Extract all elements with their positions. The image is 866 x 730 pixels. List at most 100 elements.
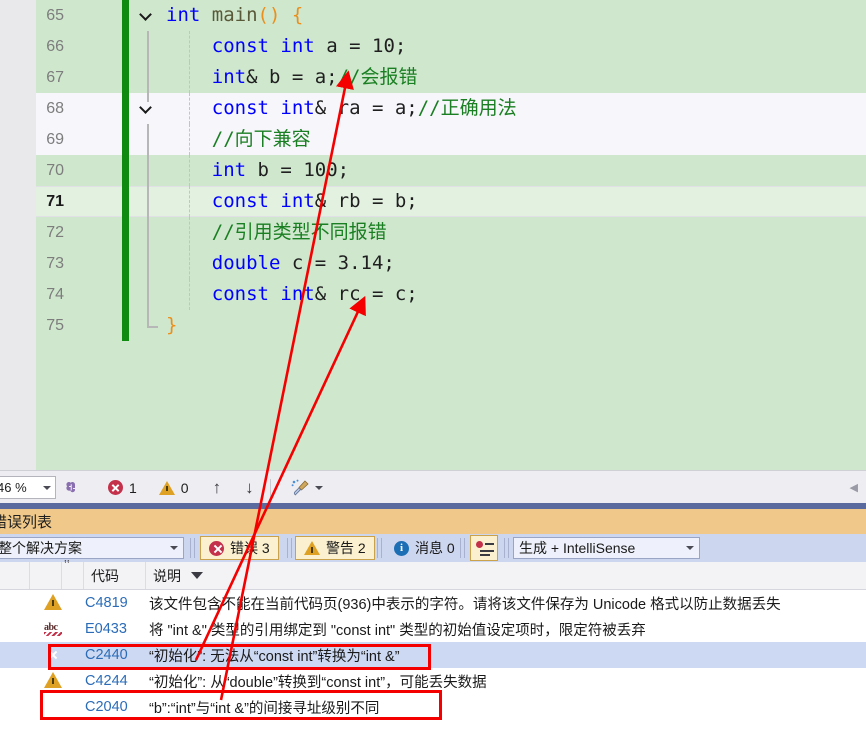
- code-line-75[interactable]: 75}: [36, 310, 866, 341]
- scope-combobox[interactable]: 整个解决方案: [0, 537, 184, 559]
- code-line-text: //向下兼容: [211, 128, 311, 150]
- fold-column[interactable]: [137, 248, 159, 279]
- zoom-level-combobox[interactable]: 46 %: [0, 476, 56, 499]
- intellisense-icon[interactable]: [60, 476, 86, 500]
- col-header-blank-1[interactable]: [0, 562, 30, 589]
- filter-messages-button[interactable]: i 消息 0: [386, 536, 463, 560]
- error-list-row[interactable]: C2040 “b”:“int”与“int &”的间接寻址级别不同: [0, 694, 866, 720]
- error-list-title-bar: 错误列表: [0, 509, 866, 534]
- zoom-level-value: 46 %: [0, 480, 27, 495]
- horizontal-scroll-left-icon[interactable]: ◀: [850, 481, 858, 494]
- editor-status-bar[interactable]: 46 % 1 0 ↑ ↓ ◀: [0, 470, 866, 504]
- toolbar-divider: [194, 538, 195, 558]
- squiggle-icon: [44, 632, 62, 636]
- filter-messages-label: 消息 0: [415, 540, 455, 556]
- fold-column[interactable]: [137, 155, 159, 186]
- chevron-down-icon[interactable]: [140, 102, 154, 114]
- code-line-text: const int& ra = a;//正确用法: [211, 97, 517, 119]
- code-line-73[interactable]: 73 double c = 3.14;: [36, 248, 866, 279]
- code-line-67[interactable]: 67 int& b = a;//会报错: [36, 62, 866, 93]
- change-indicator-bar: [122, 93, 129, 124]
- code-lines[interactable]: 65 int main() { 66 const int a = 10; 67 int…: [36, 0, 866, 341]
- fold-column[interactable]: [137, 31, 159, 62]
- fold-column[interactable]: [137, 310, 159, 341]
- code-line-text: const int& rb = b;: [211, 190, 418, 212]
- detail-line-icon: [485, 543, 494, 545]
- code-line-text: int main() {: [166, 4, 304, 26]
- vs-editor-window: 65 int main() { 66 const int a = 10; 67 int…: [0, 0, 866, 727]
- fold-column[interactable]: [137, 217, 159, 248]
- fold-column[interactable]: [137, 93, 159, 124]
- code-line-74[interactable]: 74 const int& rc = c;: [36, 279, 866, 310]
- change-indicator-bar: [122, 124, 129, 155]
- chevron-down-icon[interactable]: [170, 546, 178, 550]
- code-line-text: int b = 100;: [211, 159, 350, 181]
- fold-column[interactable]: [137, 124, 159, 155]
- fold-line: [147, 186, 149, 217]
- error-list-header-row[interactable]: ‛‛ 代码 说明: [0, 557, 866, 590]
- sort-descending-icon[interactable]: [191, 572, 203, 579]
- error-list-row[interactable]: C2440 “初始化”: 无法从“const int”转换为“int &”: [0, 642, 866, 668]
- code-line-66[interactable]: 66 const int a = 10;: [36, 31, 866, 62]
- warning-icon: [44, 672, 62, 688]
- error-code[interactable]: E0433: [85, 621, 127, 637]
- fold-column[interactable]: [137, 186, 159, 217]
- error-list-row[interactable]: C4819 该文件包含不能在当前代码页(936)中表示的字符。请将该文件保存为 U…: [0, 590, 866, 616]
- col-header-description[interactable]: 说明: [146, 562, 866, 589]
- error-code[interactable]: C2040: [85, 699, 128, 715]
- toolbar-divider: [287, 538, 288, 558]
- error-list-row[interactable]: C4244 “初始化”: 从“double”转换到“const int”，可能丢失…: [0, 668, 866, 694]
- fold-line: [147, 124, 149, 155]
- prev-issue-icon[interactable]: ↑: [213, 478, 222, 498]
- chevron-down-icon[interactable]: [140, 9, 154, 21]
- error-code[interactable]: C4819: [85, 595, 128, 611]
- broom-icon: [291, 479, 309, 496]
- code-line-70[interactable]: 70 int b = 100;: [36, 155, 866, 186]
- col-header-code[interactable]: 代码: [84, 562, 146, 589]
- next-issue-icon[interactable]: ↓: [245, 478, 254, 498]
- code-line-65[interactable]: 65 int main() {: [36, 0, 866, 31]
- filter-errors-button[interactable]: 错误 3: [200, 536, 279, 560]
- toolbar-divider: [190, 538, 191, 558]
- fold-line: [147, 93, 149, 102]
- code-cleanup-button[interactable]: [291, 479, 323, 496]
- fold-column[interactable]: [137, 279, 159, 310]
- toolbar-divider: [464, 538, 465, 558]
- fold-column[interactable]: [137, 0, 159, 31]
- code-line-text: int& b = a;//会报错: [211, 66, 418, 88]
- code-line-69[interactable]: 69 //向下兼容: [36, 124, 866, 155]
- fold-column[interactable]: [137, 62, 159, 93]
- error-list-body[interactable]: C4819 该文件包含不能在当前代码页(936)中表示的字符。请将该文件保存为 U…: [0, 590, 866, 720]
- toggle-details-button[interactable]: [470, 535, 498, 561]
- error-code[interactable]: C4244: [85, 673, 128, 689]
- filter-warnings-button[interactable]: 警告 2: [295, 536, 375, 560]
- error-description: “初始化”: 无法从“const int”转换为“int &”: [149, 648, 400, 665]
- fold-line: [147, 155, 149, 186]
- status-warning-count[interactable]: 0: [158, 480, 189, 496]
- line-number-70: 70: [46, 162, 64, 179]
- source-combobox[interactable]: 生成 + IntelliSense: [513, 537, 700, 559]
- error-list-row[interactable]: abc E0433 将 "int &" 类型的引用绑定到 "const int" 类…: [0, 616, 866, 642]
- code-line-71[interactable]: 71 const int& rb = b;: [36, 186, 866, 217]
- error-list-grid[interactable]: ‛‛ 代码 说明 C4819 该文件包含不能在当前代码页(936)中表示的字符。请…: [0, 557, 866, 727]
- error-description: 该文件包含不能在当前代码页(936)中表示的字符。请将该文件保存为 Unicod…: [149, 596, 781, 613]
- error-code[interactable]: C2440: [85, 647, 128, 663]
- chevron-down-icon[interactable]: [43, 485, 51, 490]
- col-header-blank-2[interactable]: [30, 562, 62, 589]
- warning-icon: [158, 480, 175, 495]
- error-list-toolbar[interactable]: 整个解决方案 错误 3 警告 2 i 消息 0 生成 + IntelliSens…: [0, 534, 866, 562]
- chevron-down-icon[interactable]: [686, 546, 694, 550]
- editor-surface[interactable]: 65 int main() { 66 const int a = 10; 67 int…: [36, 0, 866, 470]
- code-line-72[interactable]: 72 //引用类型不同报错: [36, 217, 866, 248]
- toolbar-divider: [460, 538, 461, 558]
- status-error-count[interactable]: 1: [108, 480, 137, 496]
- toolbar-divider: [377, 538, 378, 558]
- error-description: “初始化”: 从“double”转换到“const int”，可能丢失数据: [149, 674, 487, 691]
- chevron-down-icon[interactable]: [314, 485, 323, 490]
- error-icon: [209, 540, 224, 556]
- line-number-65: 65: [46, 7, 64, 24]
- warning-icon: [44, 594, 62, 612]
- code-editor[interactable]: 65 int main() { 66 const int a = 10; 67 int…: [0, 0, 866, 470]
- code-line-68[interactable]: 68 const int& ra = a;//正确用法: [36, 93, 866, 124]
- fold-end-marker: [147, 310, 158, 328]
